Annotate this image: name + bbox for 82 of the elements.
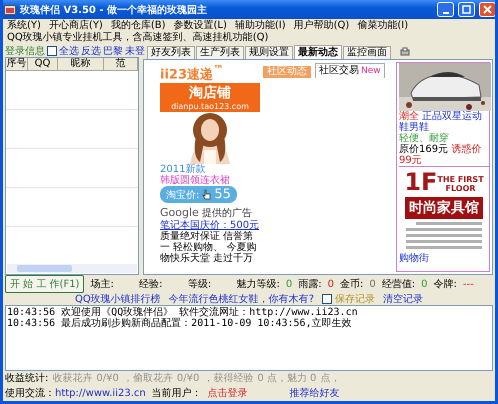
stat-value: 0 bbox=[369, 278, 376, 290]
floor-caption: FLOOR bbox=[446, 184, 476, 193]
shopping-link[interactable]: 购物街 bbox=[399, 253, 489, 264]
menu-item[interactable]: 用户帮助(Q) bbox=[294, 20, 350, 32]
minimize-button[interactable] bbox=[437, 2, 454, 17]
stats-text: 0 点，魅力 0 bbox=[257, 372, 316, 385]
menu-item[interactable]: 参数设置(L) bbox=[174, 20, 227, 32]
floor-number: 1F bbox=[404, 169, 438, 195]
trade-tab[interactable]: 社区交易 New bbox=[315, 63, 385, 78]
menu-item[interactable]: 开心商店(Y) bbox=[48, 20, 103, 32]
shop-url: dianpu.tao123.com bbox=[170, 102, 250, 112]
user-label: 当前用户： bbox=[152, 386, 202, 400]
tab[interactable]: 规则设置 bbox=[245, 46, 293, 59]
product-title[interactable]: 潮全 正品双星运动鞋男鞋 bbox=[399, 111, 489, 133]
field-label: 等级: bbox=[188, 278, 212, 291]
stat-label: 令牌: bbox=[434, 278, 457, 291]
stat-label: 魅力等级: bbox=[236, 278, 280, 291]
printer-icon[interactable] bbox=[400, 47, 410, 57]
menu-item[interactable]: 辅助功能(I) bbox=[234, 20, 286, 32]
promo-text: 韩版圆领连衣裙 bbox=[160, 175, 231, 186]
menu-item[interactable]: 系统(Y) bbox=[7, 20, 41, 32]
stat-value: 0 bbox=[421, 278, 428, 290]
ad-banner: 时尚家具馆 bbox=[405, 197, 483, 219]
stat-value: 0 bbox=[328, 278, 334, 290]
close-button[interactable] bbox=[479, 2, 495, 17]
log-line: 10:43:56 欢迎使用《QQ玫瑰伴侣》 软件交流网址：http://www.ii23.cn bbox=[7, 307, 359, 318]
stats-label: 收益统计: bbox=[5, 372, 48, 385]
stats-text: 点， bbox=[320, 372, 340, 385]
recommend-link[interactable]: 推荐给好友 bbox=[290, 386, 340, 400]
ads-caption: 提供的广告 bbox=[202, 206, 252, 220]
stats-text: 0/¥0 bbox=[96, 372, 119, 384]
floor-caption: THE FIRST bbox=[437, 175, 484, 184]
close-icon bbox=[483, 5, 492, 14]
log-line: 10:43:56 最后成功刷步购新商品配置：2011-10-09 10:43:56,立即生效 bbox=[7, 318, 353, 329]
menu-item[interactable]: QQ玫瑰小镇专业挂机工具，含高速签到、高速挂机功能(Q) bbox=[7, 32, 268, 44]
tab[interactable]: 最新动态 bbox=[294, 45, 342, 59]
checkbox-label: 保存记录 bbox=[335, 293, 376, 306]
price-label: 淘宝价: bbox=[166, 188, 200, 202]
stats-text: 收获花卉 bbox=[52, 372, 92, 385]
field-label: 经验: bbox=[139, 278, 163, 291]
field-label: 场主: bbox=[90, 278, 114, 291]
save-log-checkbox[interactable] bbox=[322, 294, 332, 304]
filter-link[interactable]: 全选 bbox=[59, 44, 79, 58]
start-button[interactable]: 开 始 工 作(F1) bbox=[5, 275, 84, 293]
ad-title-link[interactable]: 笔记本国庆价：500元 bbox=[160, 220, 260, 232]
stat-label: 经营值: bbox=[382, 278, 416, 291]
ads-provider-logo: Google bbox=[160, 206, 199, 220]
stats-text: ，偷取花卉 bbox=[122, 372, 173, 385]
stats-text: 0/¥0 bbox=[176, 372, 200, 384]
tab[interactable]: 监控画面 bbox=[343, 46, 391, 59]
stat-label: 雨露: bbox=[298, 278, 322, 291]
tab[interactable]: 生产列表 bbox=[196, 46, 244, 59]
price-value: 55 bbox=[214, 187, 231, 202]
menu-item[interactable]: 我的仓库(B) bbox=[110, 20, 166, 32]
clear-log-link[interactable]: 清空记录 bbox=[383, 292, 424, 306]
stat-label: 金币: bbox=[340, 278, 364, 291]
site-label: 使用交流：http://www.ii23.cn bbox=[5, 386, 146, 400]
stat-value: --- bbox=[462, 278, 474, 290]
link[interactable]: QQ玫瑰小镇排行榜 bbox=[74, 292, 161, 306]
pointer-hand-icon bbox=[202, 189, 212, 200]
login-link[interactable]: 点击登录 bbox=[208, 386, 248, 400]
maximize-icon bbox=[462, 5, 471, 14]
filter-link[interactable]: 巴黎 bbox=[103, 44, 123, 58]
stats-text: ，获得经验 bbox=[203, 372, 254, 385]
promo-text: 2011新款 bbox=[160, 164, 206, 176]
link[interactable]: 今年流行色桃红女鞋，你有木有? bbox=[168, 292, 314, 306]
stat-value: 0 bbox=[286, 278, 292, 290]
menu-item[interactable]: 偷菜功能(I) bbox=[357, 20, 408, 32]
product-description: 轻便、耐穿 bbox=[399, 133, 450, 144]
maximize-button[interactable] bbox=[458, 2, 475, 17]
panel-label: 登录信息 bbox=[5, 44, 45, 58]
tab[interactable]: 好友列表 bbox=[147, 46, 195, 59]
ad-description: 质量绝对保证 信誉第一 轻松购物、 今夏购物快乐天堂 走过千万 bbox=[160, 231, 258, 264]
minimize-icon bbox=[442, 12, 448, 14]
filter-link[interactable]: 未登 bbox=[125, 44, 145, 58]
window-title: 玫瑰伴侣 V3.50 - 做一个幸福的玫瑰园主 bbox=[20, 3, 208, 16]
select-all-checkbox[interactable] bbox=[47, 46, 57, 56]
shop-title: 淘店铺 bbox=[188, 84, 232, 102]
product-price: 原价169元 诱惑价99元 bbox=[399, 144, 482, 166]
horizontal-scrollbar[interactable] bbox=[7, 264, 137, 273]
app-icon bbox=[4, 4, 16, 15]
filter-link[interactable]: 反选 bbox=[81, 44, 101, 58]
